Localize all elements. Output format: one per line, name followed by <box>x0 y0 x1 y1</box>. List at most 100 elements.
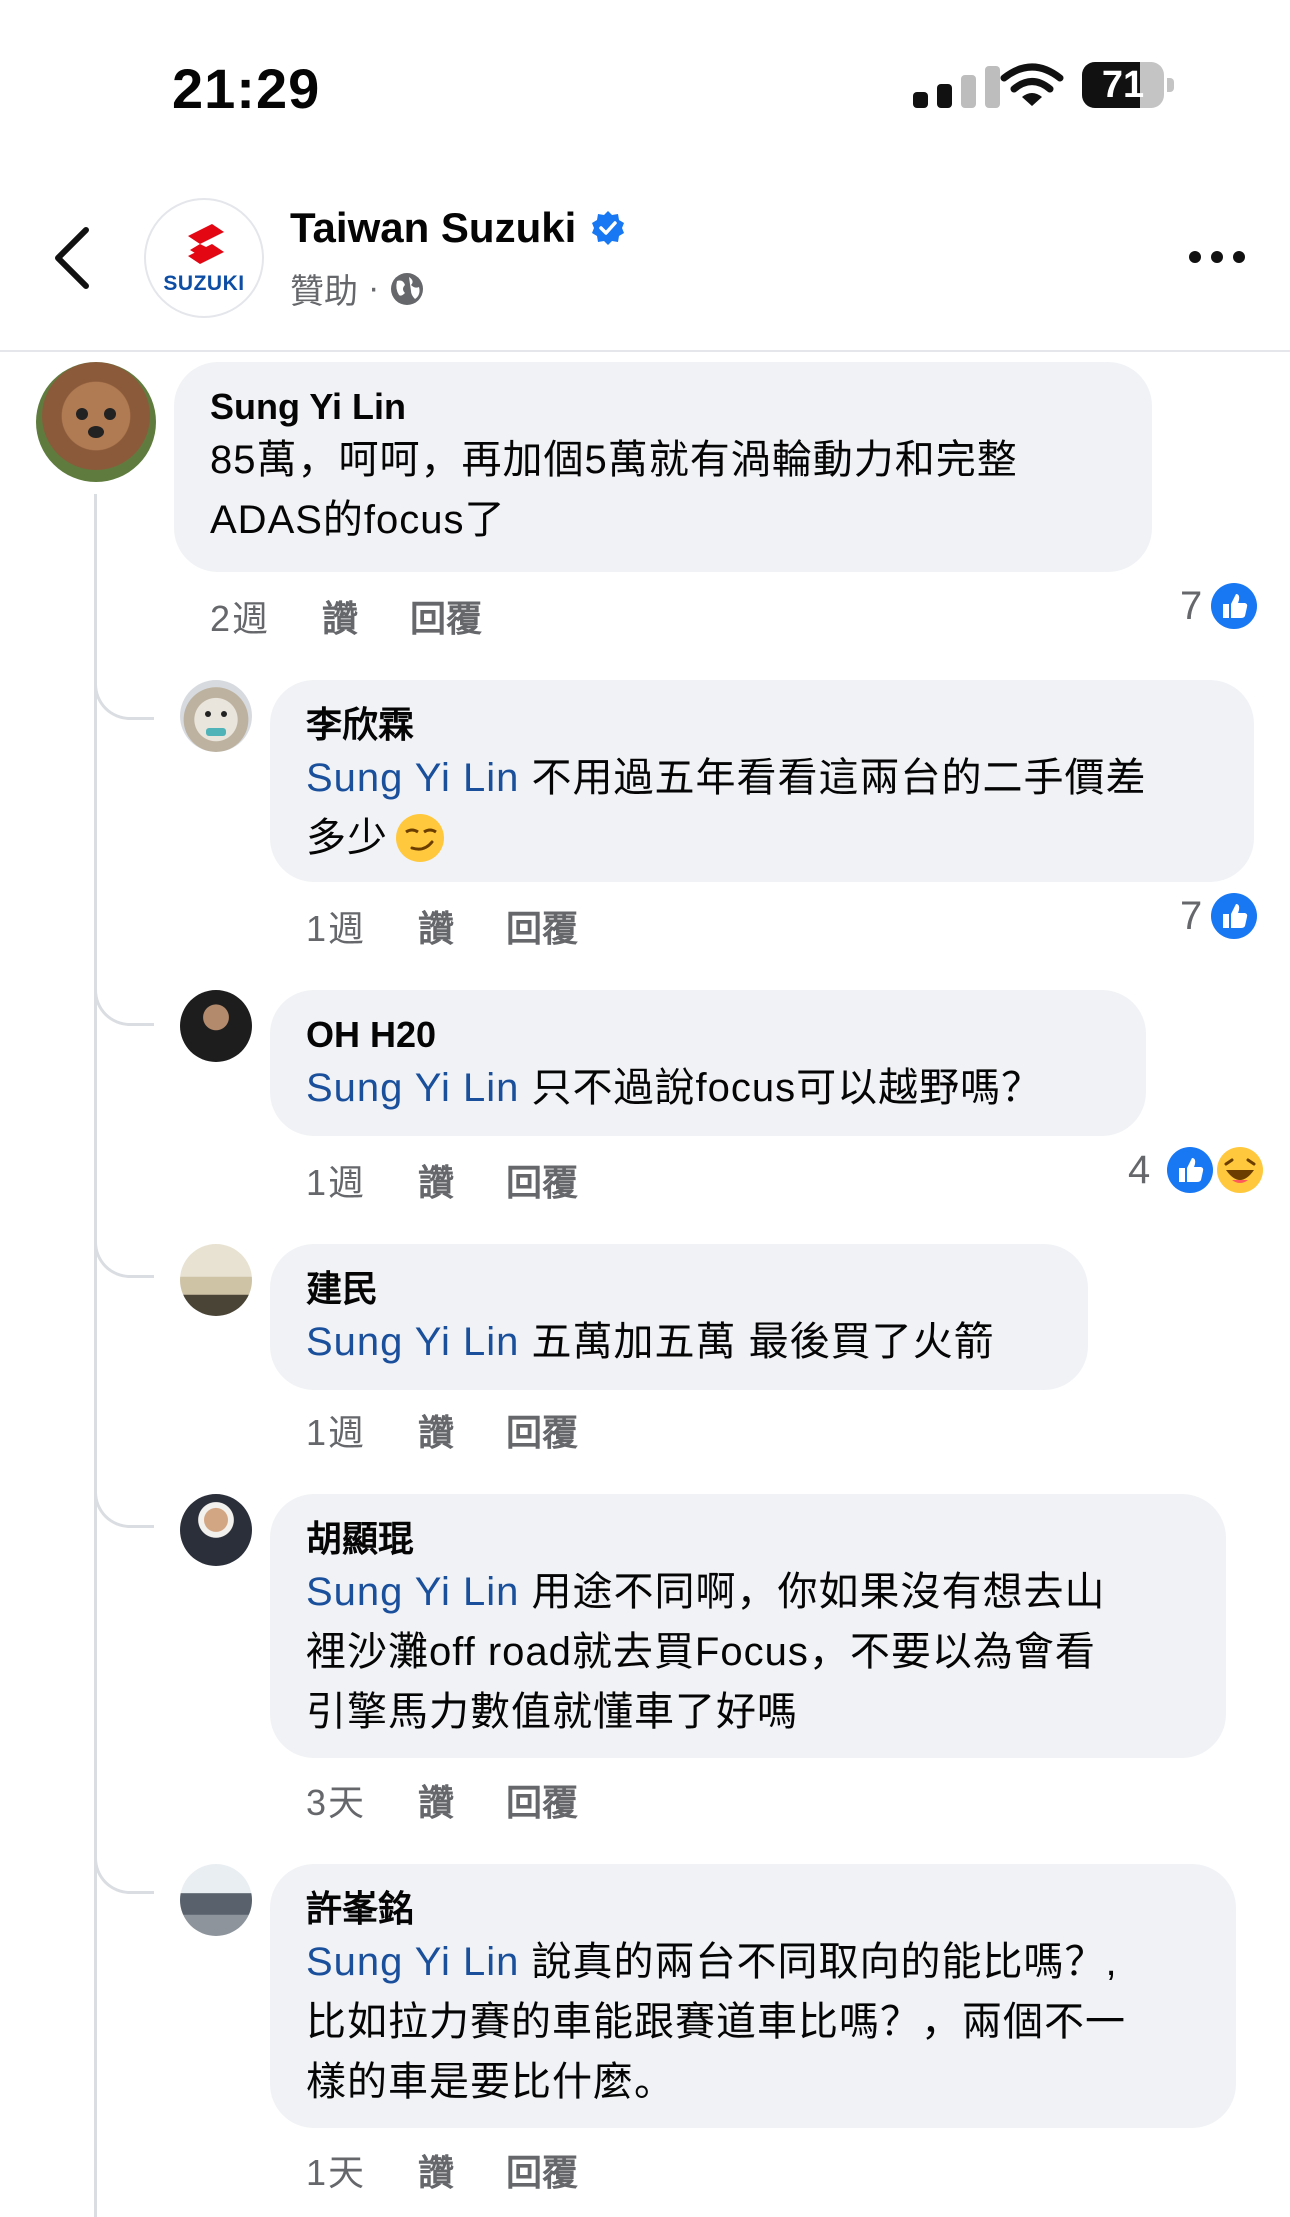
comment-text: 85萬，呵呵，再加個5萬就有渦輪動力和完整 ADAS的focus了 <box>210 430 1116 550</box>
back-icon[interactable] <box>52 226 92 290</box>
thread-connector <box>94 986 154 1026</box>
comment-author[interactable]: Sung Yi Lin <box>210 384 1116 430</box>
comment-line: ADAS的focus了 <box>210 498 506 542</box>
like-icon <box>1211 893 1258 939</box>
separator-dot: · <box>368 269 380 307</box>
avatar[interactable] <box>36 362 156 482</box>
status-time: 21:29 <box>172 57 321 120</box>
thread-connector <box>94 1238 154 1278</box>
avatar[interactable] <box>180 1244 252 1316</box>
reply-time[interactable]: 1週 <box>306 1404 366 1456</box>
header-divider <box>0 350 1290 352</box>
like-button[interactable]: 讚 <box>418 900 454 952</box>
haha-icon <box>1217 1147 1264 1193</box>
sponsored-label: 贊助 <box>290 273 358 311</box>
reply-time[interactable]: 1天 <box>306 2144 366 2196</box>
reply-actions: 1週 讚 回覆 <box>306 900 578 952</box>
dog-avatar-icon <box>205 711 227 736</box>
battery-level: 71 <box>1101 64 1145 106</box>
reply-author[interactable]: 建民 <box>306 1266 1052 1312</box>
dog-avatar-icon <box>76 408 116 438</box>
reply-text: Sung Yi Lin 五萬加五萬 最後買了火箭 <box>306 1312 1052 1372</box>
reply-author[interactable]: 李欣霖 <box>306 702 1218 748</box>
comment-time[interactable]: 2週 <box>210 590 270 642</box>
reply-button[interactable]: 回覆 <box>506 1154 578 1206</box>
avatar[interactable] <box>180 990 252 1062</box>
reply-text: Sung Yi Lin 說真的兩台不同取向的能比嗎？, 比如拉力賽的車能跟賽道車… <box>306 1932 1200 2112</box>
thread-connector <box>94 1488 154 1528</box>
globe-icon <box>391 272 424 305</box>
reply-line: 說真的兩台不同取向的能比嗎？, <box>519 1940 1118 1984</box>
reply-button[interactable]: 回覆 <box>506 900 578 952</box>
reply-author[interactable]: 胡顯琨 <box>306 1516 1190 1562</box>
reply-text: Sung Yi Lin 不用過五年看看這兩台的二手價差 多少 <box>306 748 1218 868</box>
battery-icon: 71 <box>1082 62 1174 108</box>
reply-button[interactable]: 回覆 <box>506 1774 578 1826</box>
cellular-signal-icon <box>913 66 1009 108</box>
like-button[interactable]: 讚 <box>418 2144 454 2196</box>
reply-bubble[interactable]: 許峯銘 Sung Yi Lin 說真的兩台不同取向的能比嗎？, 比如拉力賽的車能… <box>270 1864 1236 2128</box>
comment-bubble[interactable]: Sung Yi Lin 85萬，呵呵，再加個5萬就有渦輪動力和完整 ADAS的f… <box>174 362 1152 572</box>
like-button[interactable]: 讚 <box>322 590 358 642</box>
reaction-summary[interactable]: 4 <box>1128 1146 1264 1194</box>
like-icon <box>1211 583 1258 629</box>
page-name-row[interactable]: Taiwan Suzuki <box>290 204 626 252</box>
wifi-icon <box>1000 63 1064 106</box>
page-name[interactable]: Taiwan Suzuki <box>290 204 576 252</box>
comment-actions: 2週 讚 回覆 <box>210 590 482 642</box>
avatar[interactable] <box>180 680 252 752</box>
reply-button[interactable]: 回覆 <box>506 1404 578 1456</box>
thread-connector <box>94 1854 154 1894</box>
mention-link[interactable]: Sung Yi Lin <box>306 756 519 800</box>
reply-line: 五萬加五萬 最後買了火箭 <box>519 1320 995 1364</box>
reply-line: 不用過五年看看這兩台的二手價差 <box>519 756 1147 800</box>
reply-line: 只不過說focus可以越野嗎？ <box>519 1066 1043 1110</box>
reply-time[interactable]: 1週 <box>306 1154 366 1206</box>
reaction-count: 7 <box>1180 893 1203 938</box>
reply-text: Sung Yi Lin 只不過說focus可以越野嗎？ <box>306 1058 1110 1118</box>
reply-line: 裡沙灘off road就去買Focus，不要以為會看 <box>306 1630 1096 1674</box>
reply-line: 樣的車是要比什麼。 <box>306 2060 675 2104</box>
like-button[interactable]: 讚 <box>418 1774 454 1826</box>
like-button[interactable]: 讚 <box>418 1404 454 1456</box>
mention-link[interactable]: Sung Yi Lin <box>306 1066 519 1110</box>
reply-line: 引擎馬力數值就懂車了好嗎 <box>306 1690 798 1734</box>
reply-actions: 1週 讚 回覆 <box>306 1404 578 1456</box>
reply-time[interactable]: 3天 <box>306 1774 366 1826</box>
reply-button[interactable]: 回覆 <box>410 590 482 642</box>
thread-line <box>94 494 97 2217</box>
reply-line: 多少 <box>306 816 388 860</box>
reaction-count: 7 <box>1180 583 1203 628</box>
suzuki-logo-icon <box>188 224 224 264</box>
logo-text: SUZUKI <box>163 272 245 295</box>
avatar[interactable] <box>180 1864 252 1936</box>
comment-line: 85萬，呵呵，再加個5萬就有渦輪動力和完整 <box>210 438 1018 482</box>
mention-link[interactable]: Sung Yi Lin <box>306 1320 519 1364</box>
mention-link[interactable]: Sung Yi Lin <box>306 1570 519 1614</box>
reply-text: Sung Yi Lin 用途不同啊，你如果沒有想去山 裡沙灘off road就去… <box>306 1562 1190 1742</box>
reaction-summary[interactable]: 7 <box>1180 892 1258 940</box>
thread-connector <box>94 680 154 720</box>
more-options-icon[interactable] <box>1188 250 1246 264</box>
reply-bubble[interactable]: 李欣霖 Sung Yi Lin 不用過五年看看這兩台的二手價差 多少 <box>270 680 1254 882</box>
avatar[interactable] <box>180 1494 252 1566</box>
reply-author[interactable]: OH H20 <box>306 1012 1110 1058</box>
reaction-summary[interactable]: 7 <box>1180 582 1258 630</box>
sponsored-row: 贊助 · <box>290 264 425 313</box>
page-avatar[interactable]: SUZUKI <box>144 198 264 318</box>
reply-bubble[interactable]: 建民 Sung Yi Lin 五萬加五萬 最後買了火箭 <box>270 1244 1088 1390</box>
smirk-emoji-icon <box>396 814 444 862</box>
reply-actions: 1天 讚 回覆 <box>306 2144 578 2196</box>
like-button[interactable]: 讚 <box>418 1154 454 1206</box>
reply-bubble[interactable]: OH H20 Sung Yi Lin 只不過說focus可以越野嗎？ <box>270 990 1146 1136</box>
verified-badge-icon <box>592 211 625 245</box>
reply-line: 用途不同啊，你如果沒有想去山 <box>519 1570 1106 1614</box>
reply-actions: 3天 讚 回覆 <box>306 1774 578 1826</box>
mention-link[interactable]: Sung Yi Lin <box>306 1940 519 1984</box>
reply-author[interactable]: 許峯銘 <box>306 1886 1200 1932</box>
reply-line: 比如拉力賽的車能跟賽道車比嗎？，兩個不一 <box>306 2000 1126 2044</box>
reply-bubble[interactable]: 胡顯琨 Sung Yi Lin 用途不同啊，你如果沒有想去山 裡沙灘off ro… <box>270 1494 1226 1758</box>
reply-time[interactable]: 1週 <box>306 900 366 952</box>
reply-actions: 1週 讚 回覆 <box>306 1154 578 1206</box>
reply-button[interactable]: 回覆 <box>506 2144 578 2196</box>
